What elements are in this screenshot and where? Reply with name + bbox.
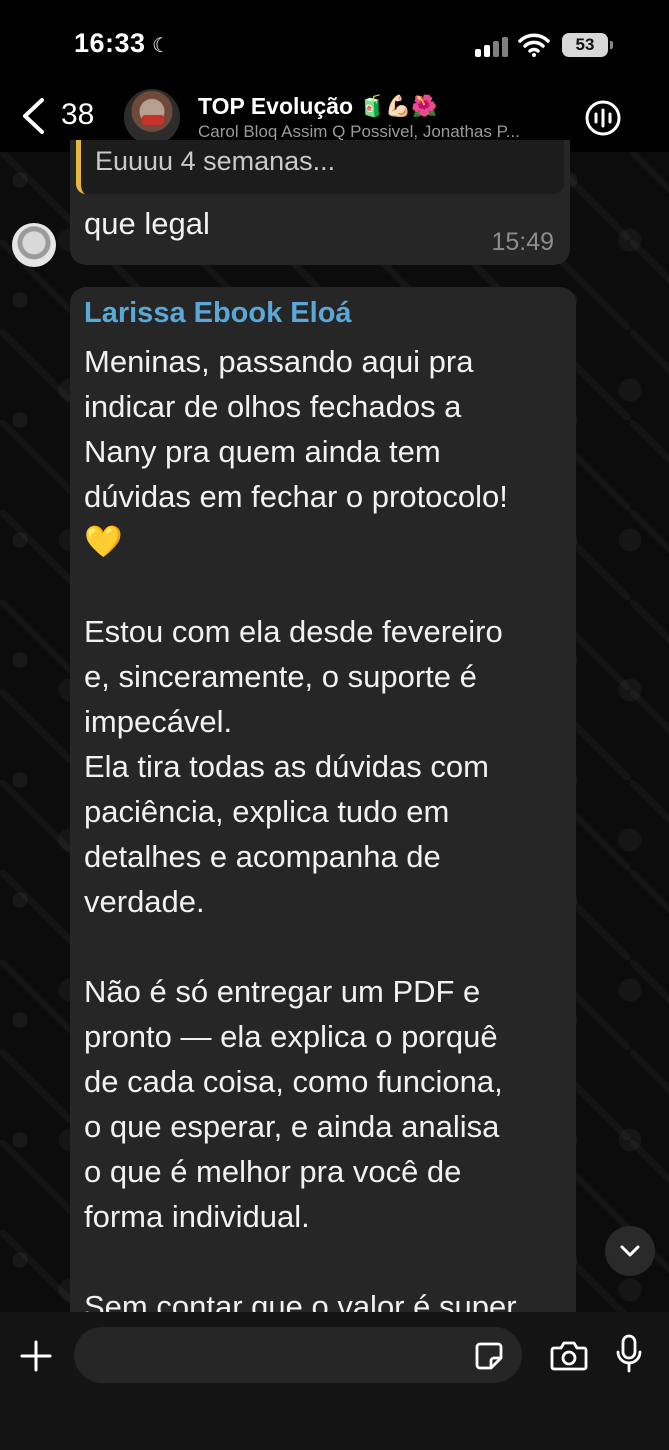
message-line: Ela tira todas as dúvidas com bbox=[84, 749, 489, 784]
camera-icon[interactable] bbox=[550, 1339, 588, 1371]
message-line: indicar de olhos fechados a bbox=[84, 389, 462, 424]
message-line: detalhes e acompanha de bbox=[84, 839, 441, 874]
group-name[interactable]: TOP Evolução bbox=[198, 93, 353, 120]
unread-count[interactable]: 38 bbox=[61, 98, 94, 132]
message-line: 💛 bbox=[84, 524, 123, 559]
message-bubble[interactable]: Larissa Ebook Eloá Meninas, passando aqu… bbox=[70, 287, 576, 1324]
group-avatar[interactable] bbox=[124, 89, 180, 145]
message-body: Meninas, passando aqui pra indicar de ol… bbox=[84, 339, 574, 1329]
group-title[interactable]: TOP Evolução 🧃💪🏻🌺 bbox=[198, 93, 438, 120]
signal-icon bbox=[475, 35, 509, 57]
quoted-message[interactable]: Euuuu 4 semanas... bbox=[76, 140, 564, 194]
message-line: Nany pra quem ainda tem bbox=[84, 434, 441, 469]
moon-icon: ☾ bbox=[152, 35, 170, 57]
battery-level: 53 bbox=[575, 35, 595, 54]
message-line bbox=[84, 924, 574, 969]
message-line: dúvidas em fechar o protocolo! bbox=[84, 479, 508, 514]
message-line: paciência, explica tudo em bbox=[84, 794, 450, 829]
message-line: impecável. bbox=[84, 704, 233, 739]
message-line: o que é melhor pra você de bbox=[84, 1154, 462, 1189]
message-time: 15:49 bbox=[491, 228, 554, 256]
composer-bar bbox=[0, 1312, 669, 1450]
message-line: Não é só entregar um PDF e bbox=[84, 974, 481, 1009]
call-icon[interactable] bbox=[583, 98, 623, 138]
message-line bbox=[84, 1239, 574, 1284]
sender-name[interactable]: Larissa Ebook Eloá bbox=[84, 297, 352, 330]
scroll-down-button[interactable] bbox=[605, 1226, 655, 1276]
plus-icon[interactable] bbox=[20, 1340, 52, 1372]
group-members[interactable]: Carol Bloq Assim Q Possivel, Jonathas P.… bbox=[198, 122, 520, 142]
message-line: forma individual. bbox=[84, 1199, 310, 1234]
message-line: o que esperar, e ainda analisa bbox=[84, 1109, 500, 1144]
sticker-icon[interactable] bbox=[474, 1341, 504, 1371]
back-icon[interactable] bbox=[20, 97, 46, 135]
message-line: e, sinceramente, o suporte é bbox=[84, 659, 477, 694]
chevron-down-icon bbox=[620, 1245, 640, 1257]
message-line: verdade. bbox=[84, 884, 205, 919]
battery-icon: 53 bbox=[562, 33, 613, 57]
message-line: de cada coisa, como funciona, bbox=[84, 1064, 503, 1099]
message-line: Estou com ela desde fevereiro bbox=[84, 614, 503, 649]
message-line: pronto — ela explica o porquê bbox=[84, 1019, 498, 1054]
message-line bbox=[84, 564, 574, 609]
message-text: que legal bbox=[84, 206, 210, 241]
status-time: 16:33 bbox=[74, 28, 146, 58]
message-bubble[interactable]: Euuuu 4 semanas... que legal 15:49 bbox=[70, 140, 570, 265]
sender-avatar[interactable] bbox=[12, 223, 56, 267]
mic-icon[interactable] bbox=[616, 1334, 642, 1374]
message-input[interactable] bbox=[74, 1327, 522, 1383]
status-bar: 16:33 ☾ 53 bbox=[0, 0, 669, 80]
quoted-text: Euuuu 4 semanas... bbox=[95, 146, 336, 176]
wifi-icon bbox=[518, 33, 550, 57]
group-emojis: 🧃💪🏻🌺 bbox=[359, 94, 438, 118]
message-line: Meninas, passando aqui pra bbox=[84, 344, 474, 379]
